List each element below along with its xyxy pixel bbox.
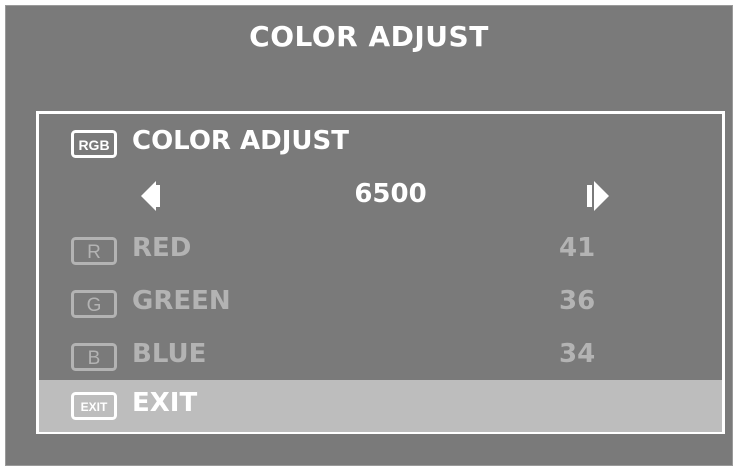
red-label: RED	[132, 233, 192, 263]
osd-window: COLOR ADJUST RGB COLOR ADJUST 6500 R RED…	[5, 5, 733, 466]
red-icon-text: R	[87, 242, 101, 263]
green-value: 36	[559, 286, 596, 316]
exit-icon-text: EXIT	[81, 400, 108, 414]
color-temp-value: 6500	[354, 179, 427, 209]
red-row[interactable]: R RED 41	[39, 225, 722, 277]
exit-row[interactable]: EXIT EXIT	[39, 380, 722, 432]
blue-channel-icon: B	[71, 343, 117, 371]
red-value: 41	[559, 233, 596, 263]
color-adjust-label: COLOR ADJUST	[132, 126, 349, 156]
osd-title: COLOR ADJUST	[249, 20, 489, 53]
red-channel-icon: R	[71, 237, 117, 265]
rgb-icon: RGB	[71, 130, 117, 158]
blue-value: 34	[559, 339, 596, 369]
exit-icon: EXIT	[71, 392, 117, 420]
green-label: GREEN	[132, 286, 231, 316]
triangle-right-stem	[587, 185, 592, 207]
color-adjust-menu: RGB COLOR ADJUST 6500 R RED 41 G GREEN 3…	[36, 111, 725, 434]
blue-row[interactable]: B BLUE 34	[39, 331, 722, 383]
blue-label: BLUE	[132, 339, 207, 369]
color-adjust-row[interactable]: RGB COLOR ADJUST	[39, 118, 722, 170]
rgb-icon-text: RGB	[78, 137, 109, 153]
green-row[interactable]: G GREEN 36	[39, 278, 722, 330]
triangle-right-icon[interactable]	[594, 181, 609, 211]
blue-icon-text: B	[88, 348, 101, 369]
green-icon-text: G	[87, 295, 102, 316]
green-channel-icon: G	[71, 290, 117, 318]
exit-label: EXIT	[132, 388, 198, 418]
color-temp-row[interactable]: 6500	[39, 171, 722, 223]
